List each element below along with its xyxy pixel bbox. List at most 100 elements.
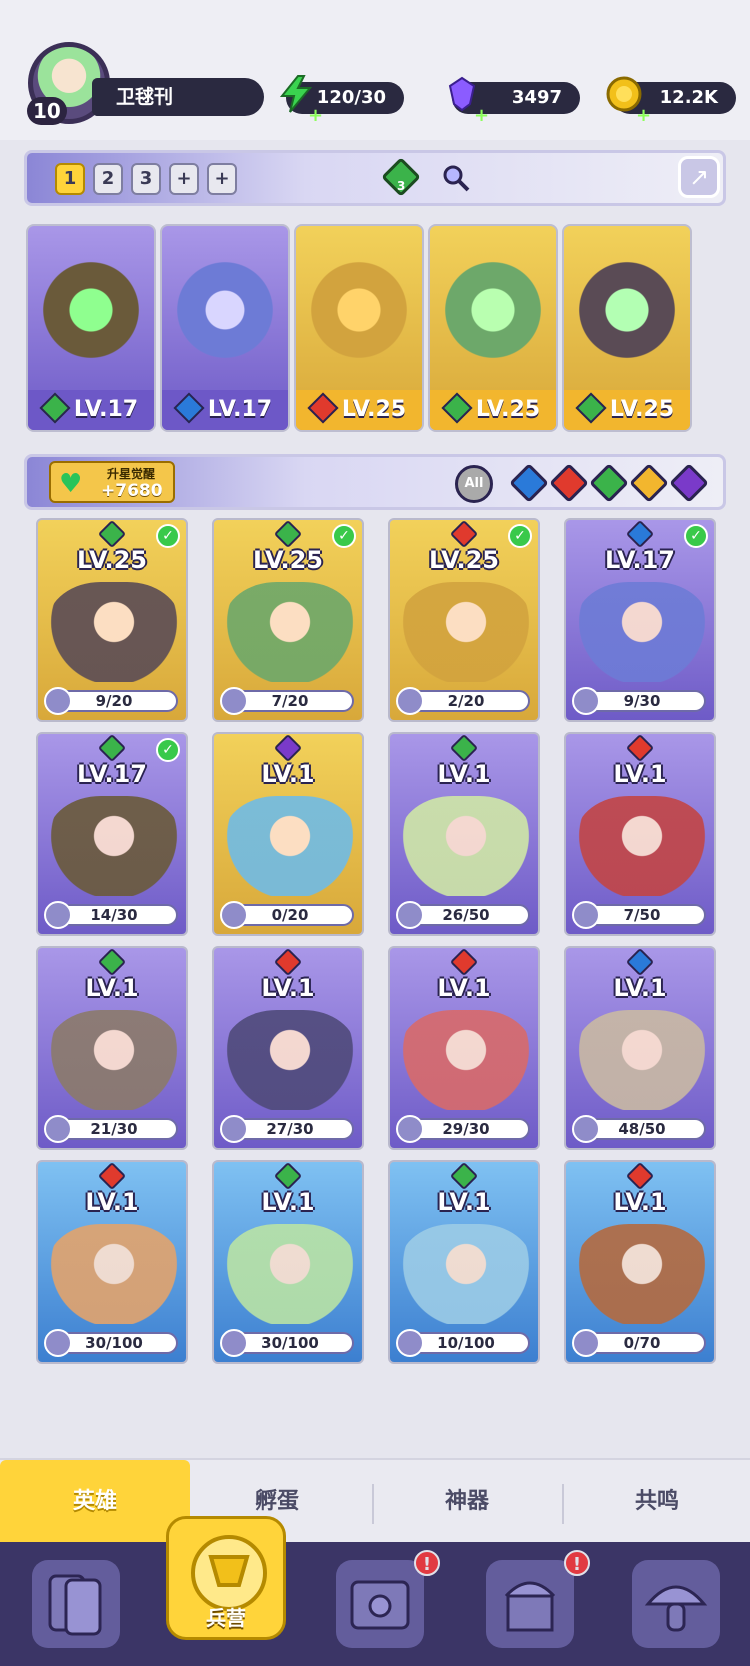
hero-portrait [224, 1010, 356, 1110]
team-slot-1[interactable]: 1 [55, 163, 85, 195]
hero-level: LV.25 [253, 546, 323, 574]
team-slot-3[interactable]: 3 [131, 163, 161, 195]
hero-card[interactable]: LV.1 29/30 [388, 946, 540, 1150]
team-slot-add-1[interactable]: + [169, 163, 199, 195]
checkmark-icon: ✓ [332, 524, 356, 548]
tab-resonance[interactable]: 共鸣 [562, 1460, 750, 1544]
tab-heroes[interactable]: 英雄 [0, 1460, 190, 1544]
filter-light-icon[interactable] [629, 463, 669, 503]
hero-card[interactable]: ✓ LV.25 9/20 [36, 518, 188, 722]
team-slot-2[interactable]: 2 [93, 163, 123, 195]
hero-level: LV.25 [429, 546, 499, 574]
gold-counter[interactable]: + 12.2K [606, 76, 736, 126]
filter-water-icon[interactable] [509, 463, 549, 503]
energy-counter[interactable]: + 120/30 [279, 75, 404, 126]
tab-artifacts[interactable]: 神器 [372, 1460, 562, 1544]
element-fire-icon [625, 734, 655, 763]
filter-all-button[interactable]: All [455, 465, 493, 503]
filter-dark-icon[interactable] [669, 463, 709, 503]
shard-progress-text: 21/30 [90, 1120, 138, 1138]
shard-icon [572, 687, 600, 715]
bottom-navigation: 兵营 ! ! [0, 1516, 750, 1666]
shard-progress: 26/50 [396, 901, 530, 929]
shard-progress-text: 30/100 [85, 1334, 143, 1352]
shard-progress-text: 29/30 [442, 1120, 490, 1138]
shard-progress: 0/20 [220, 901, 354, 929]
shard-progress: 10/100 [396, 1329, 530, 1357]
element-wind-icon [449, 1162, 479, 1191]
shard-icon [572, 901, 600, 929]
team-level-text: LV.25 [609, 397, 675, 422]
add-gold-icon[interactable]: + [636, 100, 651, 132]
book-badge: ! [414, 1550, 440, 1576]
search-icon[interactable] [441, 163, 471, 193]
element-fire-icon [625, 1162, 655, 1191]
hero-card[interactable]: LV.1 7/50 [564, 732, 716, 936]
hero-card[interactable]: LV.1 21/30 [36, 946, 188, 1150]
hero-card[interactable]: LV.1 27/30 [212, 946, 364, 1150]
team-hero-card[interactable]: LV.17 [160, 224, 290, 432]
hero-card[interactable]: ✓ LV.17 9/30 [564, 518, 716, 722]
team-level-bar: LV.25 [296, 390, 422, 430]
hero-portrait [48, 582, 180, 682]
add-energy-icon[interactable]: + [308, 100, 323, 132]
add-gem-icon[interactable]: + [474, 100, 489, 132]
hero-card[interactable]: LV.1 0/20 [212, 732, 364, 936]
checkmark-icon: ✓ [156, 524, 180, 548]
hero-level: LV.1 [85, 974, 139, 1002]
hero-portrait [576, 582, 708, 682]
nav-barracks[interactable]: 兵营 [166, 1516, 286, 1640]
shard-icon [396, 1115, 424, 1143]
heart-icon: ♥ [59, 469, 83, 499]
team-hero-card[interactable]: LV.25 [428, 224, 558, 432]
team-level-bar: LV.25 [430, 390, 556, 430]
hero-level: LV.1 [437, 760, 491, 788]
hero-portrait [224, 796, 356, 896]
hero-card[interactable]: LV.1 26/50 [388, 732, 540, 936]
shard-icon [44, 901, 72, 929]
shard-icon [220, 1115, 248, 1143]
hero-level: LV.1 [261, 974, 315, 1002]
element-wind-icon [39, 392, 71, 424]
gem-counter[interactable]: + 3497 [448, 76, 580, 126]
filter-fire-icon[interactable] [549, 463, 589, 503]
team-slot-add-2[interactable]: + [207, 163, 237, 195]
hero-level: LV.25 [77, 546, 147, 574]
shard-progress-text: 14/30 [90, 906, 138, 924]
shard-icon [396, 901, 424, 929]
team-hero-card[interactable]: LV.25 [562, 224, 692, 432]
hero-card[interactable]: ✓ LV.25 2/20 [388, 518, 540, 722]
team-hero-card[interactable]: LV.25 [294, 224, 424, 432]
hero-card[interactable]: LV.1 48/50 [564, 946, 716, 1150]
awaken-button[interactable]: ♥ 升星觉醒 +7680 [49, 461, 175, 503]
team-gem-count: 3 [397, 179, 406, 193]
shard-icon [396, 687, 424, 715]
shard-progress-text: 0/70 [623, 1334, 661, 1352]
share-icon[interactable]: ↗ [678, 156, 720, 198]
filter-wind-icon[interactable] [589, 463, 629, 503]
nav-temple[interactable]: ! [486, 1550, 590, 1648]
element-wind-icon [97, 520, 127, 549]
hero-card[interactable]: LV.1 30/100 [36, 1160, 188, 1364]
hero-card[interactable]: LV.1 0/70 [564, 1160, 716, 1364]
hero-card[interactable]: ✓ LV.25 7/20 [212, 518, 364, 722]
shard-progress: 27/30 [220, 1115, 354, 1143]
shard-progress-text: 48/50 [618, 1120, 666, 1138]
hero-card[interactable]: LV.1 10/100 [388, 1160, 540, 1364]
hero-card[interactable]: LV.1 30/100 [212, 1160, 364, 1364]
hero-card[interactable]: ✓ LV.17 14/30 [36, 732, 188, 936]
nav-mushroom[interactable] [632, 1560, 720, 1648]
hero-portrait [48, 1010, 180, 1110]
element-wind-icon [97, 948, 127, 977]
element-fire-icon [273, 948, 303, 977]
shard-progress: 0/70 [572, 1329, 706, 1357]
nav-book[interactable]: ! [336, 1550, 440, 1648]
player-name: 卫毬刊 [92, 78, 264, 116]
shard-progress: 48/50 [572, 1115, 706, 1143]
hero-level: LV.1 [613, 974, 667, 1002]
awaken-title: 升星觉醒 [107, 467, 156, 481]
team-hero-card[interactable]: LV.17 [26, 224, 156, 432]
awaken-value: +7680 [101, 481, 163, 501]
sub-tab-bar: 英雄 孵蛋 神器 共鸣 [0, 1458, 750, 1544]
nav-cards[interactable] [32, 1560, 120, 1648]
